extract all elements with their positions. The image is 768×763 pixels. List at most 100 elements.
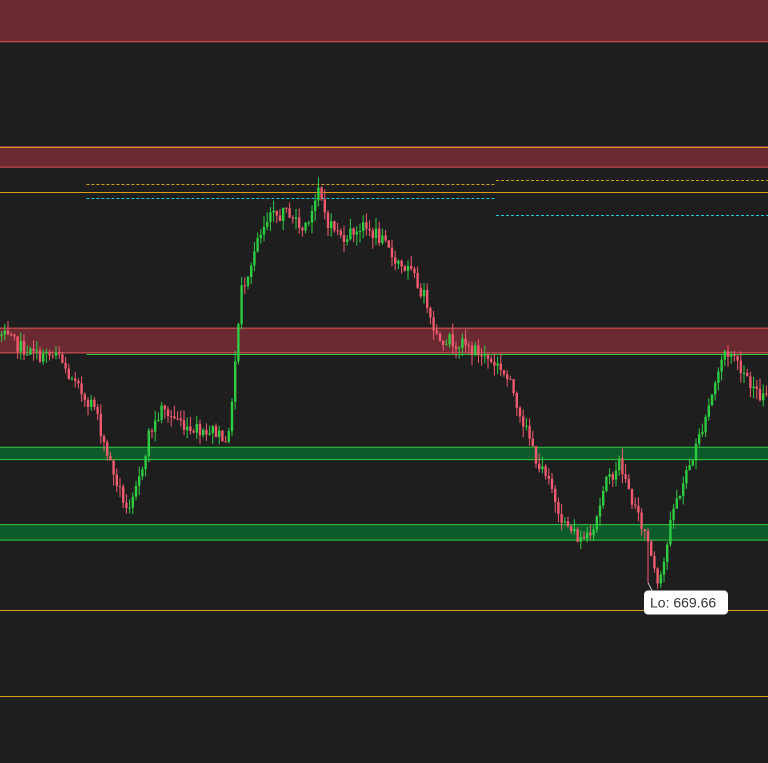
candle-body [579,537,582,542]
candle-body [3,330,6,335]
candle-body [288,208,291,218]
candle-body [595,516,598,530]
candle-body [61,354,64,363]
candle-body [67,368,70,379]
candle-body [122,486,125,503]
candle-body [189,426,192,432]
candle-body [496,363,499,366]
candle-body [570,526,573,532]
candle-body [742,372,746,374]
candle-body [96,406,99,414]
candle-body [634,504,637,506]
candle-body [605,476,608,492]
candle-body [128,507,131,509]
candle-body [272,210,275,213]
candle-body [397,260,400,264]
candle-body [176,418,179,420]
candle-body [662,561,666,575]
candle-body [93,399,96,407]
candle-body [416,273,419,288]
candle-body [320,187,323,200]
candle-body [675,498,678,509]
candle-body [304,222,307,231]
candle-body [470,345,474,355]
candle-body [534,446,538,464]
candle-body [541,466,544,470]
candle-body [672,508,675,520]
candle-body [83,394,86,401]
candle-body [326,212,330,228]
candle-body [186,426,189,430]
low-label-pointer [647,582,653,591]
candle-body [528,425,531,439]
candle-body [403,266,406,271]
candle-body [467,345,470,347]
low-price-label: Lo: 669.66 [644,582,728,615]
candle-body [490,358,493,362]
candle-body [38,350,42,362]
candle-body [173,416,176,419]
candle-body [250,265,253,277]
candle-body [563,521,566,523]
candle-body [179,418,182,421]
candle-body [608,474,611,477]
candle-body [310,211,314,223]
candle-body [102,436,106,443]
chart-canvas[interactable]: Lo: 669.66 [0,0,768,763]
candle-body [458,347,461,349]
candle-body [381,235,384,243]
candle-body [74,378,77,381]
candle-body [653,555,656,569]
candle-body [349,228,352,240]
resistance-zone-2 [0,328,768,353]
candle-body [390,247,394,258]
candle-body [234,361,237,402]
candle-body [112,460,115,475]
candle-body [566,521,570,527]
candle-body [678,495,682,499]
candle-body [682,483,685,496]
candle-body [736,356,739,361]
candle-body [694,443,698,461]
candle-body [106,442,109,456]
candle-body [237,324,240,362]
candle-body [442,340,445,345]
candle-body [35,350,38,352]
candle-body [410,266,413,269]
candle-body [560,514,563,523]
candle-body [253,251,256,266]
candle-body [509,379,512,381]
candle-body [141,469,144,477]
candle-body [99,413,102,437]
candle-body [586,532,589,539]
candle-body [317,187,320,201]
candle-body [182,420,186,430]
candle-body [163,405,166,410]
candle-body [669,519,672,545]
candle-body [54,352,58,356]
candle-body [429,307,432,318]
candle-body [282,207,285,221]
candle-body [454,346,458,349]
candle-body [362,222,365,232]
candle-body [518,407,522,417]
candle-body [525,425,528,427]
candle-body [6,330,10,335]
candle-body [646,531,650,542]
resistance-zone-1 [0,147,768,168]
candle-body [746,372,749,377]
candle-body [387,240,390,248]
candle-body [336,230,339,232]
candle-body [298,217,301,228]
candle-body [26,354,29,356]
candle-body [330,221,333,228]
candle-body [77,380,80,384]
candle-body [480,355,483,357]
candle-body [118,485,122,487]
candle-body [493,361,496,366]
candle-body [13,334,16,337]
candle-body [400,260,403,267]
candle-body [502,370,506,375]
candle-body [346,239,349,243]
candle-body [259,234,262,238]
